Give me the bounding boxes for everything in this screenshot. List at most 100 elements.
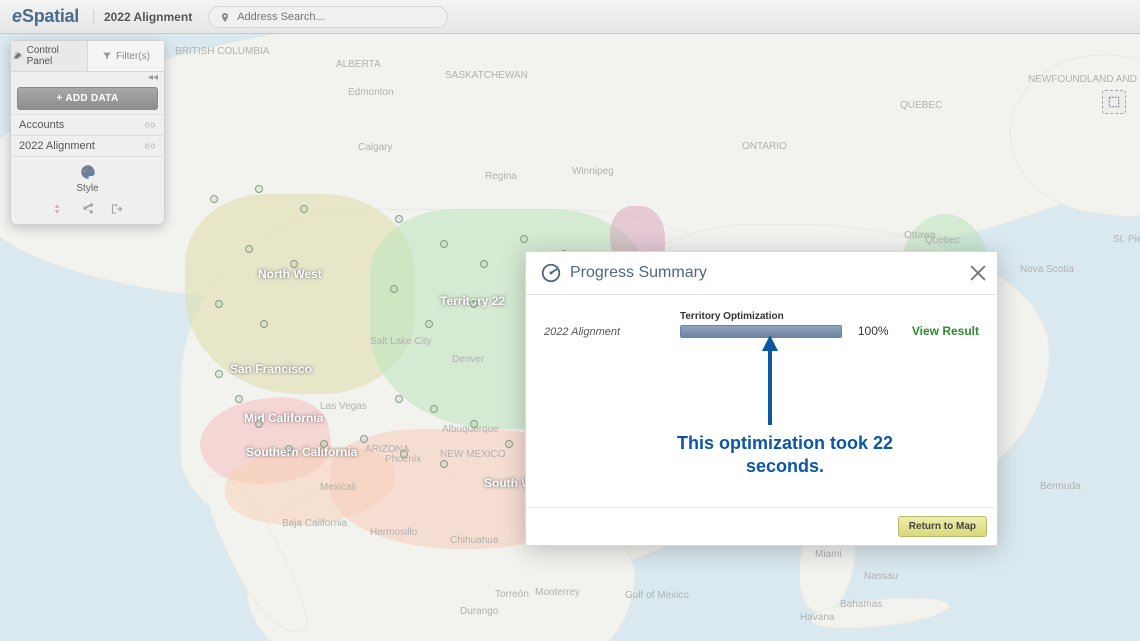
map-place-label: Monterrey [535, 587, 580, 598]
map-place-label: ALBERTA [336, 59, 381, 70]
territory-label-sf: San Francisco [230, 362, 312, 376]
map-place-label: Nova Scotia [1020, 264, 1074, 275]
data-point[interactable] [430, 405, 438, 413]
dialog-footer: Return to Map [526, 507, 997, 545]
brand-logo: eSpatial [12, 6, 79, 27]
data-point[interactable] [235, 395, 243, 403]
data-point[interactable] [395, 395, 403, 403]
data-point[interactable] [255, 420, 263, 428]
data-point[interactable] [245, 245, 253, 253]
map-place-label: Havana [800, 612, 834, 623]
map-place-label: Denver [452, 354, 484, 365]
address-search-input[interactable] [237, 11, 437, 23]
data-point[interactable] [320, 440, 328, 448]
map-place-label: BRITISH COLUMBIA [175, 46, 269, 57]
project-name: 2022 Alignment [93, 10, 192, 24]
address-search[interactable] [208, 6, 448, 28]
map-place-label: Chihuahua [450, 535, 498, 546]
dialog-body: 2022 Alignment Territory Optimization 10… [526, 295, 997, 507]
map-place-label: Hermosillo [370, 527, 417, 538]
sort-icon[interactable] [53, 202, 67, 216]
panel-tabs: Control Panel Filter(s) [11, 41, 164, 72]
gauge-icon [540, 262, 562, 284]
map-place-label: Las Vegas [320, 401, 367, 412]
map-place-label: QUEBEC [900, 100, 942, 111]
progress-bar-fill [681, 326, 841, 337]
share-icon[interactable] [81, 202, 95, 216]
map-place-label: NEW MEXICO [440, 449, 506, 460]
data-point[interactable] [470, 300, 478, 308]
layer-options-icon[interactable] [144, 140, 156, 152]
tab-control-label: Control Panel [27, 45, 85, 67]
export-icon[interactable] [109, 202, 123, 216]
map-place-label: ONTARIO [742, 141, 787, 152]
top-bar: eSpatial 2022 Alignment [0, 0, 1140, 34]
map-place-label: Durango [460, 606, 498, 617]
data-point[interactable] [425, 320, 433, 328]
map-place-label: Nassau [864, 571, 898, 582]
data-point[interactable] [215, 370, 223, 378]
view-result-link[interactable]: View Result [912, 324, 979, 338]
return-to-map-button[interactable]: Return to Map [898, 516, 987, 537]
map-place-label: Edmonton [348, 87, 394, 98]
data-point[interactable] [505, 440, 513, 448]
dialog-header: Progress Summary [526, 252, 997, 295]
data-point[interactable] [480, 260, 488, 268]
map-place-label: Miami [815, 549, 842, 560]
layer-label: 2022 Alignment [19, 140, 95, 152]
panel-action-row [11, 196, 164, 224]
data-point[interactable] [395, 215, 403, 223]
map-place-label: SASKATCHEWAN [445, 70, 528, 81]
data-point[interactable] [440, 460, 448, 468]
layer-row-accounts[interactable]: Accounts [11, 114, 164, 135]
progress-dialog: Progress Summary 2022 Alignment Territor… [525, 251, 998, 546]
data-point[interactable] [210, 195, 218, 203]
data-point[interactable] [470, 420, 478, 428]
tab-filters[interactable]: Filter(s) [88, 41, 164, 71]
data-point[interactable] [400, 450, 408, 458]
territory-label-scal: Southern California [246, 445, 357, 459]
brand-prefix: e [12, 6, 22, 27]
tab-filters-label: Filter(s) [116, 51, 150, 62]
map-place-label: Bermuda [1040, 481, 1081, 492]
territory-label-nw: North West [258, 267, 322, 281]
progress-job-name: 2022 Alignment [544, 327, 664, 338]
style-section[interactable]: Style [11, 156, 164, 196]
panel-collapse-handle[interactable]: ◂◂ [11, 72, 164, 83]
layer-options-icon[interactable] [144, 119, 156, 131]
data-point[interactable] [300, 205, 308, 213]
data-point[interactable] [215, 300, 223, 308]
data-point[interactable] [390, 285, 398, 293]
map-place-label: Salt Lake City [370, 336, 432, 347]
layer-row-alignment[interactable]: 2022 Alignment [11, 135, 164, 156]
palette-icon [77, 163, 99, 181]
style-label: Style [11, 183, 164, 194]
data-point[interactable] [285, 445, 293, 453]
add-data-button[interactable]: + ADD DATA [17, 87, 158, 110]
progress-percent: 100% [858, 324, 896, 338]
dialog-title: Progress Summary [570, 264, 707, 282]
tab-control-panel[interactable]: Control Panel [11, 41, 88, 71]
pin-icon [219, 11, 231, 23]
layer-label: Accounts [19, 119, 64, 131]
data-point[interactable] [260, 320, 268, 328]
data-point[interactable] [520, 235, 528, 243]
brand-main: Spatial [22, 6, 79, 27]
control-panel: Control Panel Filter(s) ◂◂ + ADD DATA Ac… [10, 40, 165, 225]
map-place-label: NEWFOUNDLAND AND LABRADOR [1028, 74, 1140, 85]
data-point[interactable] [255, 185, 263, 193]
data-point[interactable] [360, 435, 368, 443]
map-place-label: Regina [485, 171, 517, 182]
map-place-label: Gulf of Mexico [625, 590, 689, 601]
map-place-label: Torreón [495, 589, 529, 600]
rect-select-tool[interactable] [1102, 90, 1126, 114]
map-place-label: Baja California [282, 518, 347, 529]
dialog-close-button[interactable] [967, 262, 985, 280]
progress-bar [680, 325, 842, 338]
map-place-label: St. Pierre [1113, 234, 1140, 245]
map-place-label: Bahamas [840, 599, 882, 610]
data-point[interactable] [440, 240, 448, 248]
data-point[interactable] [290, 260, 298, 268]
map-place-label: Winnipeg [572, 166, 614, 177]
map-place-label: Calgary [358, 142, 392, 153]
